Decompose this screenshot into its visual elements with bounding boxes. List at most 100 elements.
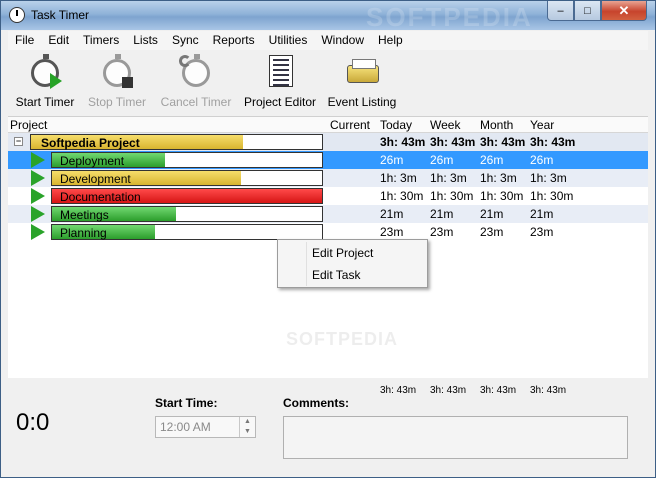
task-year: 26m [530,153,554,167]
header-project[interactable]: Project [10,118,47,132]
task-month: 21m [480,207,504,221]
watermark: SOFTPEDIA [366,2,533,32]
spin-up-icon[interactable]: ▲ [240,417,255,427]
start-timer-button[interactable]: Start Timer [14,54,76,109]
timer-panel: 0:0 Start Time: 12:00 AM ▲ ▼ Comments: [8,393,648,473]
task-row[interactable]: Development 1h: 3m 1h: 3m 1h: 3m 1h: 3m [8,169,648,187]
task-row[interactable]: Meetings 21m 21m 21m 21m [8,205,648,223]
menu-lists[interactable]: Lists [126,31,165,50]
menu-reports[interactable]: Reports [206,31,262,50]
task-week: 21m [430,207,454,221]
window-title: Task Timer [31,8,90,22]
spin-down-icon[interactable]: ▼ [240,427,255,437]
stop-timer-label: Stop Timer [87,95,147,109]
collapse-icon[interactable]: − [14,137,23,146]
stop-timer-button[interactable]: Stop Timer [86,54,148,109]
project-editor-button[interactable]: Project Editor [242,55,318,109]
play-icon[interactable] [31,188,45,204]
start-timer-label: Start Timer [15,95,75,109]
header-today[interactable]: Today [380,118,412,132]
toolbar: Start Timer Stop Timer Cancel Timer Proj… [8,51,648,117]
task-today: 21m [380,207,404,221]
task-today: 23m [380,225,404,239]
context-edit-task[interactable]: Edit Task [312,268,360,282]
header-year[interactable]: Year [530,118,554,132]
maximize-button[interactable]: □ [574,1,601,21]
task-month: 26m [480,153,504,167]
menu-sync[interactable]: Sync [165,31,206,50]
menu-utilities[interactable]: Utilities [262,31,315,50]
task-progress-bar: Meetings [51,206,323,222]
start-time-spinner[interactable]: ▲ ▼ [239,417,255,437]
elapsed-timer: 0:0 [16,409,50,436]
project-week: 3h: 43m [430,135,476,149]
event-listing-button[interactable]: Event Listing [326,55,398,109]
comments-field[interactable] [283,416,628,459]
play-icon[interactable] [31,206,45,222]
menu-help[interactable]: Help [371,31,410,50]
stop-timer-icon [100,54,134,89]
menu-bar: File Edit Timers Lists Sync Reports Util… [8,31,648,50]
task-name: Meetings [60,208,109,222]
event-listing-icon [345,55,379,89]
task-week: 1h: 3m [430,171,467,185]
header-current[interactable]: Current [330,118,370,132]
task-row[interactable]: Deployment 26m 26m 26m 26m [8,151,648,169]
play-icon[interactable] [31,170,45,186]
task-year: 1h: 30m [530,189,574,203]
cancel-timer-icon [179,54,213,89]
task-year: 21m [530,207,554,221]
task-name: Deployment [60,154,125,168]
task-progress-bar: Documentation [51,188,323,204]
project-row[interactable]: − Softpedia Project 3h: 43m 3h: 43m 3h: … [8,133,648,151]
title-bar[interactable]: Task Timer SOFTPEDIA – □ ✕ [1,1,655,32]
start-timer-icon [28,54,62,89]
task-week: 26m [430,153,454,167]
context-menu: Edit Project Edit Task [277,239,428,288]
task-year: 1h: 3m [530,171,567,185]
play-icon[interactable] [31,152,45,168]
start-time-value: 12:00 AM [160,420,211,434]
task-week: 23m [430,225,454,239]
task-month: 1h: 30m [480,189,524,203]
task-week: 1h: 30m [430,189,474,203]
project-month: 3h: 43m [480,135,526,149]
task-today: 1h: 30m [380,189,424,203]
project-today: 3h: 43m [380,135,426,149]
start-time-label: Start Time: [155,396,218,410]
cancel-timer-label: Cancel Timer [160,95,232,109]
header-week[interactable]: Week [430,118,460,132]
menu-window[interactable]: Window [314,31,371,50]
menu-edit[interactable]: Edit [41,31,76,50]
task-year: 23m [530,225,554,239]
menu-timers[interactable]: Timers [76,31,126,50]
task-month: 23m [480,225,504,239]
task-name: Development [60,172,131,186]
event-listing-label: Event Listing [327,95,397,109]
app-window: Task Timer SOFTPEDIA – □ ✕ File Edit Tim… [0,0,656,478]
start-time-input[interactable]: 12:00 AM ▲ ▼ [155,416,256,438]
task-month: 1h: 3m [480,171,517,185]
minimize-button[interactable]: – [547,1,574,21]
project-editor-icon [263,55,297,89]
project-progress-bar: Softpedia Project [30,134,323,150]
task-progress-bar: Planning [51,224,323,240]
context-edit-project[interactable]: Edit Project [312,246,373,260]
context-menu-divider [306,242,307,286]
project-year: 3h: 43m [530,135,576,149]
cancel-timer-button[interactable]: Cancel Timer [158,54,234,109]
task-name: Documentation [60,190,141,204]
task-today: 1h: 3m [380,171,417,185]
play-icon[interactable] [31,224,45,240]
menu-file[interactable]: File [8,31,41,50]
project-name: Softpedia Project [41,136,140,150]
stopwatch-app-icon [9,7,25,23]
task-row[interactable]: Documentation 1h: 30m 1h: 30m 1h: 30m 1h: 30… [8,187,648,205]
task-progress-bar: Development [51,170,323,186]
grid-header: Project Current Today Week Month Year [8,117,648,133]
close-button[interactable]: ✕ [601,1,647,21]
watermark-overlay: SOFTPEDIA [286,329,399,349]
task-today: 26m [380,153,404,167]
project-editor-label: Project Editor [243,95,317,109]
header-month[interactable]: Month [480,118,513,132]
